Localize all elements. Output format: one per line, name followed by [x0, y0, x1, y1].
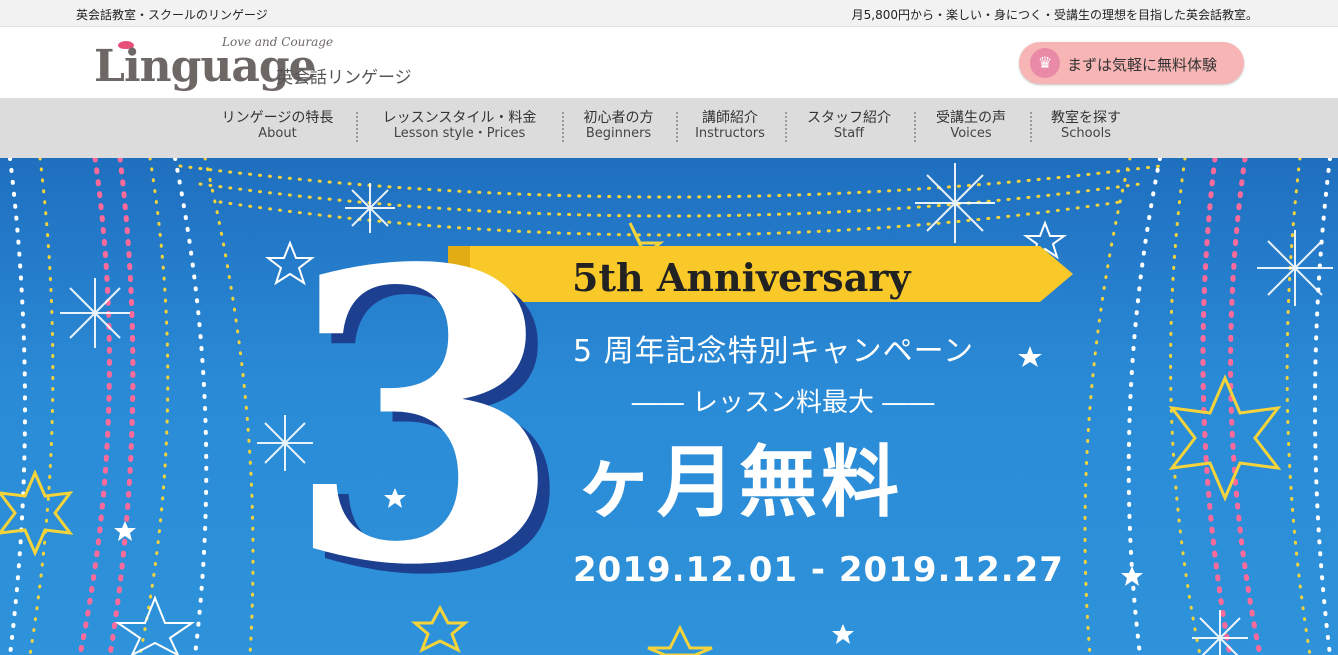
- nav-item-lesson-style[interactable]: レッスンスタイル・料金 Lesson style・Prices: [372, 110, 547, 142]
- nav-label-en: Voices: [950, 126, 992, 141]
- nav-label-jp: 教室を探す: [1051, 110, 1121, 126]
- nav-label-en: Staff: [833, 126, 865, 141]
- free-trial-label: まずは気軽に無料体験: [1067, 56, 1218, 74]
- nav-divider: [676, 112, 678, 142]
- site-header: Love and Courage Linguage 英会話リンゲージ ♛ まずは…: [0, 27, 1338, 98]
- logo-japanese: 英会話リンゲージ: [276, 68, 412, 88]
- nav-divider: [562, 112, 564, 142]
- nav-label-jp: 受講生の声: [936, 110, 1006, 126]
- nav-label-en: Lesson style・Prices: [393, 126, 526, 141]
- nav-item-instructors[interactable]: 講師紹介 Instructors: [690, 110, 770, 142]
- nav-label-jp: 講師紹介: [702, 110, 758, 126]
- nav-item-about[interactable]: リンゲージの特長 About: [215, 110, 340, 142]
- nav-item-beginners[interactable]: 初心者の方 Beginners: [576, 110, 661, 142]
- nav-item-voices[interactable]: 受講生の声 Voices: [928, 110, 1014, 142]
- campaign-banner[interactable]: 3 5th Anniversary 5 周年記念特別キャンペーン ―― レッスン…: [0, 158, 1338, 655]
- nav-item-schools[interactable]: 教室を探す Schools: [1043, 110, 1129, 142]
- nav-divider: [914, 112, 916, 142]
- anniversary-title: 5th Anniversary: [572, 255, 911, 300]
- main-nav: リンゲージの特長 About レッスンスタイル・料金 Lesson style・…: [0, 98, 1338, 158]
- nav-label-en: Beginners: [585, 126, 652, 141]
- nav-label-en: Instructors: [695, 126, 765, 141]
- nav-item-staff[interactable]: スタッフ紹介 Staff: [800, 110, 898, 142]
- nav-divider: [356, 112, 358, 142]
- heel-icon: ♛: [1030, 48, 1060, 78]
- site-description: 英会話教室・スクールのリンゲージ: [76, 8, 268, 22]
- nav-label-jp: リンゲージの特長: [221, 110, 334, 126]
- campaign-title: 5 周年記念特別キャンペーン: [573, 334, 975, 369]
- nav-label-jp: 初心者の方: [583, 110, 654, 126]
- nav-label-jp: スタッフ紹介: [807, 110, 891, 126]
- months-free-text: ヶ月無料: [575, 438, 904, 528]
- nav-divider: [785, 112, 787, 142]
- nav-label-en: About: [258, 126, 297, 141]
- nav-label-jp: レッスンスタイル・料金: [382, 110, 537, 126]
- nav-label-en: Schools: [1061, 126, 1111, 141]
- lesson-fee-line: ―― レッスン料最大 ――: [631, 388, 935, 418]
- campaign-dates: 2019.12.01 - 2019.12.27: [573, 550, 1064, 590]
- top-info-bar: 英会話教室・スクールのリンゲージ 月5,800円から・楽しい・身につく・受講生の…: [0, 0, 1338, 27]
- site-logo[interactable]: Love and Courage Linguage 英会話リンゲージ: [94, 35, 434, 97]
- site-tagline: 月5,800円から・楽しい・身につく・受講生の理想を目指した英会話教室。: [851, 8, 1258, 22]
- nav-divider: [1030, 112, 1032, 142]
- big-number-three: 3: [285, 183, 564, 653]
- free-trial-button[interactable]: ♛ まずは気軽に無料体験: [1019, 42, 1244, 84]
